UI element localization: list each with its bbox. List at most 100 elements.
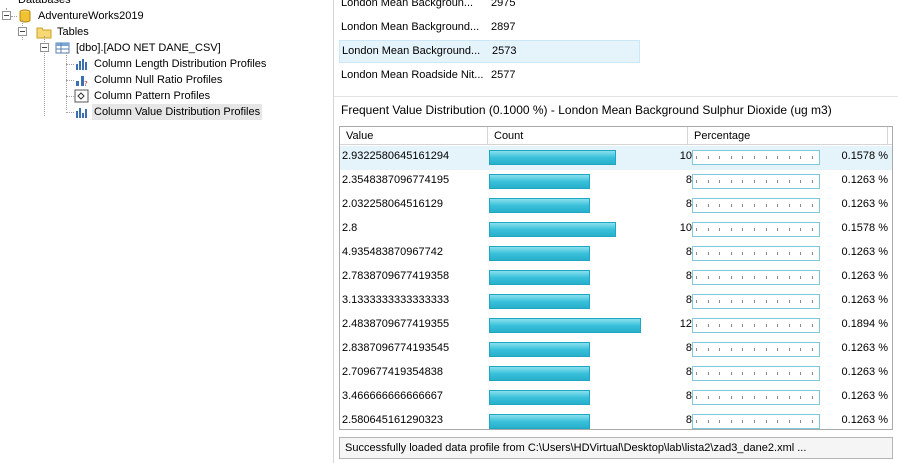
column-value: 2573 <box>492 45 517 57</box>
percentage-gauge <box>692 246 820 261</box>
table-row[interactable]: 2.032258064516129 8 0.1263 % <box>340 194 892 218</box>
column-list: London Mean Backgroun... 2975 London Mea… <box>334 0 898 96</box>
percentage-cell: 0.1263 % <box>841 174 888 186</box>
column-name: London Mean Backgroun... <box>341 0 474 9</box>
value-cell: 2.8 <box>342 222 358 234</box>
table-row[interactable]: 2.8 10 0.1578 % <box>340 218 892 242</box>
pattern-icon <box>74 89 89 103</box>
value-cell: 2.7838709677419358 <box>342 270 450 282</box>
tree-node-label: Tables <box>57 26 89 38</box>
percentage-cell: 0.1263 % <box>841 198 888 210</box>
percentage-gauge <box>692 390 820 405</box>
percentage-cell: 0.1578 % <box>841 222 888 234</box>
tree-node-length-profiles[interactable]: Column Length Distribution Profiles <box>0 56 300 72</box>
percentage-cell: 0.1894 % <box>841 318 888 330</box>
value-cell: 3.1333333333333333 <box>342 294 450 306</box>
tree-node-null-ratio-profiles[interactable]: ? Column Null Ratio Profiles <box>0 72 300 88</box>
collapse-icon[interactable] <box>18 27 27 36</box>
percentage-cell: 0.1263 % <box>841 270 888 282</box>
tree-node-label: Column Null Ratio Profiles <box>94 74 223 86</box>
tree-node-label: AdventureWorks2019 <box>38 10 144 22</box>
percentage-gauge <box>692 318 820 333</box>
value-cell: 2.709677419354838 <box>342 366 443 378</box>
tree-node-value-distribution-profiles[interactable]: Column Value Distribution Profiles <box>0 104 300 120</box>
profile-viewer: London Mean Backgroun... 2975 London Mea… <box>334 0 898 463</box>
null-ratio-icon: ? <box>76 76 88 87</box>
percentage-cell: 0.1263 % <box>841 366 888 378</box>
collapse-icon[interactable] <box>2 11 11 20</box>
divider <box>334 96 898 97</box>
value-cell: 2.4838709677419355 <box>342 318 450 330</box>
value-cell: 4.935483870967742 <box>342 246 443 258</box>
table-row[interactable]: 2.3548387096774195 8 0.1263 % <box>340 170 892 194</box>
table-icon <box>55 42 70 54</box>
percentage-gauge <box>692 150 820 165</box>
table-row[interactable]: 2.8387096774193545 8 0.1263 % <box>340 338 892 362</box>
count-bar <box>489 150 616 165</box>
table-row[interactable]: 2.709677419354838 8 0.1263 % <box>340 362 892 386</box>
count-bar <box>489 174 590 189</box>
list-item[interactable]: London Mean Roadside Nit... 2577 <box>339 64 640 87</box>
table-row[interactable]: 2.580645161290323 8 0.1263 % <box>340 410 892 429</box>
tree-node-table[interactable]: [dbo].[ADO NET DANE_CSV] <box>0 40 260 56</box>
value-distribution-icon <box>76 108 87 118</box>
percentage-cell: 0.1263 % <box>841 390 888 402</box>
header-value[interactable]: Value <box>340 127 488 145</box>
percentage-gauge <box>692 366 820 381</box>
table-row[interactable]: 2.7838709677419358 8 0.1263 % <box>340 266 892 290</box>
count-bar <box>489 270 590 285</box>
table-row[interactable]: 4.935483870967742 8 0.1263 % <box>340 242 892 266</box>
table-row[interactable]: 2.9322580645161294 10 0.1578 % <box>340 146 892 170</box>
column-value: 2577 <box>491 69 516 81</box>
percentage-gauge <box>692 174 820 189</box>
count-bar <box>489 318 641 333</box>
collapse-icon[interactable] <box>40 43 49 52</box>
status-bar: Successfully loaded data profile from C:… <box>339 437 893 459</box>
value-cell: 2.032258064516129 <box>342 198 443 210</box>
value-cell: 3.466666666666667 <box>342 390 443 402</box>
svg-text:?: ? <box>84 80 88 87</box>
percentage-cell: 0.1263 % <box>841 414 888 426</box>
list-item-selected[interactable]: London Mean Background... 2573 <box>339 40 640 63</box>
tree-node-label: Column Value Distribution Profiles <box>92 104 263 120</box>
percentage-cell: 0.1263 % <box>841 342 888 354</box>
grid-header: Value Count Percentage <box>340 127 892 145</box>
section-title: Frequent Value Distribution (0.1000 %) -… <box>341 103 832 117</box>
table-row[interactable]: 3.466666666666667 8 0.1263 % <box>340 386 892 410</box>
column-value: 2975 <box>491 0 516 9</box>
header-count[interactable]: Count <box>488 127 688 145</box>
list-item[interactable]: London Mean Background... 2897 <box>339 16 640 39</box>
percentage-gauge <box>692 198 820 213</box>
count-cell: 12 <box>679 318 692 330</box>
table-row[interactable]: 2.4838709677419355 12 0.1894 % <box>340 314 892 338</box>
table-row[interactable]: 3.1333333333333333 8 0.1263 % <box>340 290 892 314</box>
column-name: London Mean Background... <box>342 45 481 57</box>
count-bar <box>489 414 590 429</box>
length-distribution-icon <box>76 59 87 70</box>
tree-node-label: [dbo].[ADO NET DANE_CSV] <box>76 42 221 54</box>
tree-node-pattern-profiles[interactable]: Column Pattern Profiles <box>0 88 300 104</box>
column-name: London Mean Roadside Nit... <box>341 69 484 81</box>
count-cell: 10 <box>679 222 692 234</box>
profile-tree: Databases AdventureWorks2019 Tables [dbo… <box>0 0 333 463</box>
list-item[interactable]: London Mean Backgroun... 2975 <box>339 0 640 15</box>
count-bar <box>489 366 590 381</box>
count-bar <box>489 222 616 237</box>
count-bar <box>489 390 590 405</box>
percentage-gauge <box>692 414 820 429</box>
value-cell: 2.8387096774193545 <box>342 342 450 354</box>
count-cell: 10 <box>679 150 692 162</box>
header-percentage[interactable]: Percentage <box>688 127 888 145</box>
column-value: 2897 <box>491 21 516 33</box>
value-cell: 2.3548387096774195 <box>342 174 450 186</box>
percentage-gauge <box>692 222 820 237</box>
tree-node-tables[interactable]: Tables <box>0 24 200 40</box>
count-bar <box>489 246 590 261</box>
tree-node-label: Databases <box>18 0 71 6</box>
percentage-cell: 0.1578 % <box>841 150 888 162</box>
count-bar <box>489 198 590 213</box>
column-name: London Mean Background... <box>341 21 480 33</box>
count-bar <box>489 342 590 357</box>
tree-node-database[interactable]: AdventureWorks2019 <box>0 8 200 24</box>
count-bar <box>489 294 590 309</box>
